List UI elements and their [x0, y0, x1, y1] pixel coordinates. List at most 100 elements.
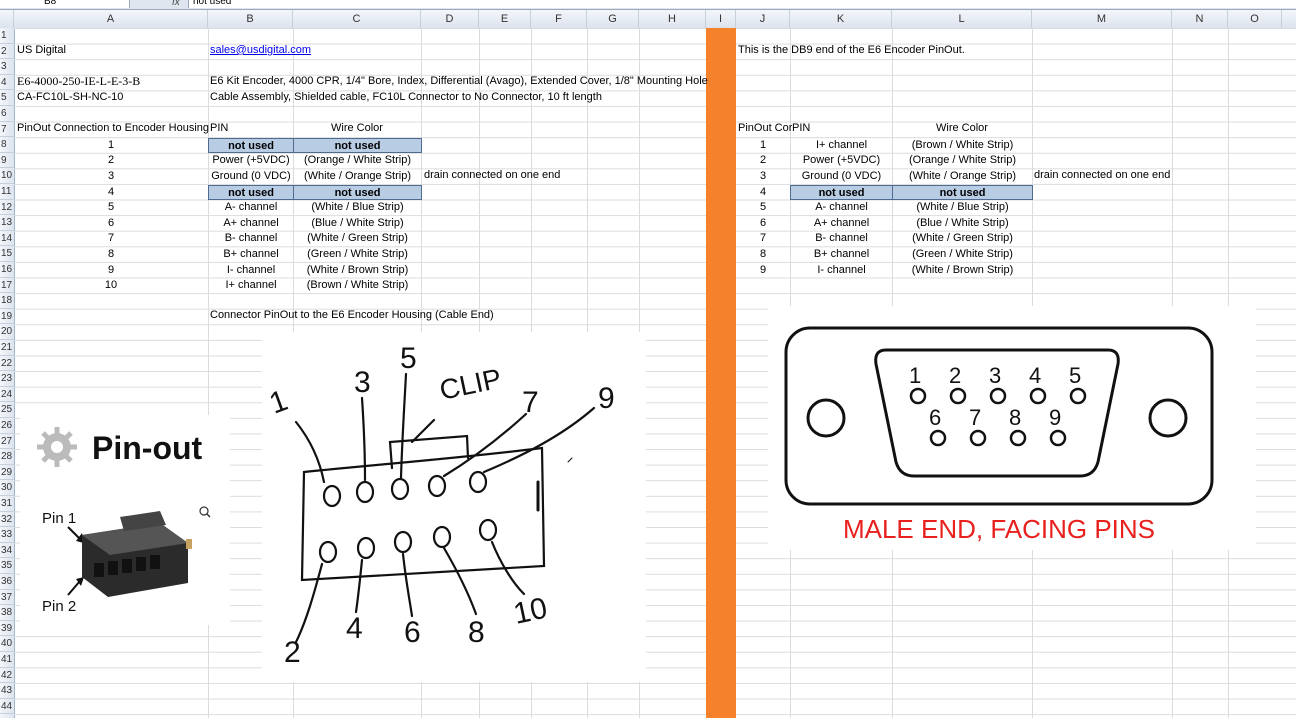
left-pin-header[interactable]: PIN [210, 121, 228, 136]
wire-color[interactable]: (Brown / White Strip) [892, 138, 1033, 153]
cell-part-desc[interactable]: E6 Kit Encoder, 4000 CPR, 1/4" Bore, Ind… [210, 74, 708, 89]
row-header-cell[interactable]: 4 [0, 75, 14, 91]
pin-number[interactable]: 4 [14, 185, 208, 200]
pin-function[interactable]: not used [208, 184, 294, 200]
pin-number[interactable]: 6 [736, 216, 790, 231]
row-header-cell[interactable]: 35 [0, 558, 14, 574]
row-header-cell[interactable]: 28 [0, 449, 14, 465]
row-header-cell[interactable]: 22 [0, 356, 14, 372]
column-header-h[interactable]: H [639, 10, 706, 28]
row-header-cell[interactable]: 3 [0, 59, 14, 75]
pin-function[interactable]: Power (+5VDC) [790, 153, 893, 168]
pin-number[interactable]: 5 [14, 200, 208, 215]
email-link[interactable]: sales@usdigital.com [210, 43, 311, 58]
row-header-cell[interactable]: 38 [0, 605, 14, 621]
pin-function[interactable]: B+ channel [208, 247, 294, 262]
fx-icon[interactable]: fx [172, 0, 180, 9]
pin-function[interactable]: not used [790, 184, 893, 200]
row-header-cell[interactable]: 10 [0, 168, 14, 184]
column-header-l[interactable]: L [892, 10, 1032, 28]
row-header-cell[interactable]: 40 [0, 636, 14, 652]
row-header-cell[interactable]: 20 [0, 324, 14, 340]
wire-color[interactable]: (White / Green Strip) [892, 231, 1033, 246]
row-header-cell[interactable]: 33 [0, 527, 14, 543]
pin-number[interactable]: 2 [736, 153, 790, 168]
pin-function[interactable]: B- channel [790, 231, 893, 246]
row-header-cell[interactable]: 17 [0, 278, 14, 294]
pinout-image[interactable]: Pin-out Pin 1 Pin 2 [20, 415, 230, 625]
cell-cable-desc[interactable]: Cable Assembly, Shielded cable, FC10L Co… [210, 90, 602, 105]
row-header-cell[interactable]: 25 [0, 402, 14, 418]
pin-number[interactable]: 1 [736, 138, 790, 153]
row-header-cell[interactable]: 13 [0, 215, 14, 231]
wire-color[interactable]: not used [293, 137, 422, 153]
connector-sketch-image[interactable]: 1 3 5 7 9 2 4 6 8 10 CLIP [262, 332, 646, 682]
row-header-cell[interactable]: 7 [0, 122, 14, 138]
row-header-cell[interactable]: 44 [0, 699, 14, 715]
name-box[interactable]: B8 [0, 0, 130, 8]
row-header-cell[interactable]: 14 [0, 231, 14, 247]
column-header-i[interactable]: I [706, 10, 736, 28]
column-header-d[interactable]: D [421, 10, 479, 28]
column-header-j[interactable]: J [736, 10, 790, 28]
pin-number[interactable]: 10 [14, 278, 208, 293]
wire-color[interactable]: (White / Orange Strip) [293, 169, 422, 184]
column-header-k[interactable]: K [790, 10, 892, 28]
column-header-e[interactable]: E [479, 10, 531, 28]
column-header-o[interactable]: O [1228, 10, 1282, 28]
wire-color[interactable]: (Orange / White Strip) [892, 153, 1033, 168]
pin-number[interactable]: 7 [14, 231, 208, 246]
column-header-c[interactable]: C [293, 10, 421, 28]
pin-function[interactable]: I+ channel [790, 138, 893, 153]
column-header-a[interactable]: A [14, 10, 208, 28]
row-header-cell[interactable]: 9 [0, 153, 14, 169]
row-header-cell[interactable]: 8 [0, 137, 14, 153]
wire-color[interactable]: (Blue / White Strip) [293, 216, 422, 231]
wire-color[interactable]: (Orange / White Strip) [293, 153, 422, 168]
wire-color[interactable]: (Brown / White Strip) [293, 278, 422, 293]
pin-function[interactable]: Ground (0 VDC) [208, 169, 294, 184]
pin-number[interactable]: 5 [736, 200, 790, 215]
wire-color[interactable]: not used [892, 184, 1033, 200]
row-header-cell[interactable]: 32 [0, 512, 14, 528]
formula-input[interactable] [188, 0, 1296, 8]
row-header-cell[interactable]: 18 [0, 293, 14, 309]
wire-color[interactable]: (White / Brown Strip) [892, 263, 1033, 278]
connector-caption[interactable]: Connector PinOut to the E6 Encoder Housi… [210, 308, 494, 323]
pin-number[interactable]: 9 [736, 263, 790, 278]
row-header-cell[interactable]: 31 [0, 496, 14, 512]
pin-function[interactable]: A- channel [790, 200, 893, 215]
row-header-cell[interactable]: 29 [0, 465, 14, 481]
pin-function[interactable]: A+ channel [208, 216, 294, 231]
column-header-n[interactable]: N [1172, 10, 1228, 28]
wire-color[interactable]: (Blue / White Strip) [892, 216, 1033, 231]
wire-color[interactable]: (White / Green Strip) [293, 231, 422, 246]
pin-function[interactable]: Power (+5VDC) [208, 153, 294, 168]
column-header-f[interactable]: F [531, 10, 587, 28]
db9-note[interactable]: This is the DB9 end of the E6 Encoder Pi… [738, 43, 965, 58]
pin-number[interactable]: 9 [14, 263, 208, 278]
column-header-b[interactable]: B [208, 10, 293, 28]
wire-color[interactable]: (White / Blue Strip) [293, 200, 422, 215]
row-header-cell[interactable]: 30 [0, 480, 14, 496]
row-header-cell[interactable]: 41 [0, 652, 14, 668]
row-header-cell[interactable]: 37 [0, 590, 14, 606]
right-table-title[interactable]: PinOut Cor [738, 121, 792, 136]
pin-function[interactable]: I- channel [790, 263, 893, 278]
left-table-title[interactable]: PinOut Connection to Encoder Housing [17, 121, 209, 136]
wire-color[interactable]: (White / Brown Strip) [293, 263, 422, 278]
right-wire-header[interactable]: Wire Color [892, 121, 1032, 136]
row-header-cell[interactable]: 36 [0, 574, 14, 590]
pin-number[interactable]: 3 [14, 169, 208, 184]
pin-number[interactable]: 8 [14, 247, 208, 262]
row-header-cell[interactable]: 26 [0, 418, 14, 434]
row-header-cell[interactable]: 43 [0, 683, 14, 699]
row-header-cell[interactable]: 19 [0, 309, 14, 325]
pin-number[interactable]: 8 [736, 247, 790, 262]
cell-cable-number[interactable]: CA-FC10L-SH-NC-10 [17, 90, 123, 105]
pin-number[interactable]: 7 [736, 231, 790, 246]
pin-function[interactable]: I+ channel [208, 278, 294, 293]
pin-function[interactable]: Ground (0 VDC) [790, 169, 893, 184]
row-header-cell[interactable]: 23 [0, 371, 14, 387]
row-header-cell[interactable]: 5 [0, 90, 14, 106]
